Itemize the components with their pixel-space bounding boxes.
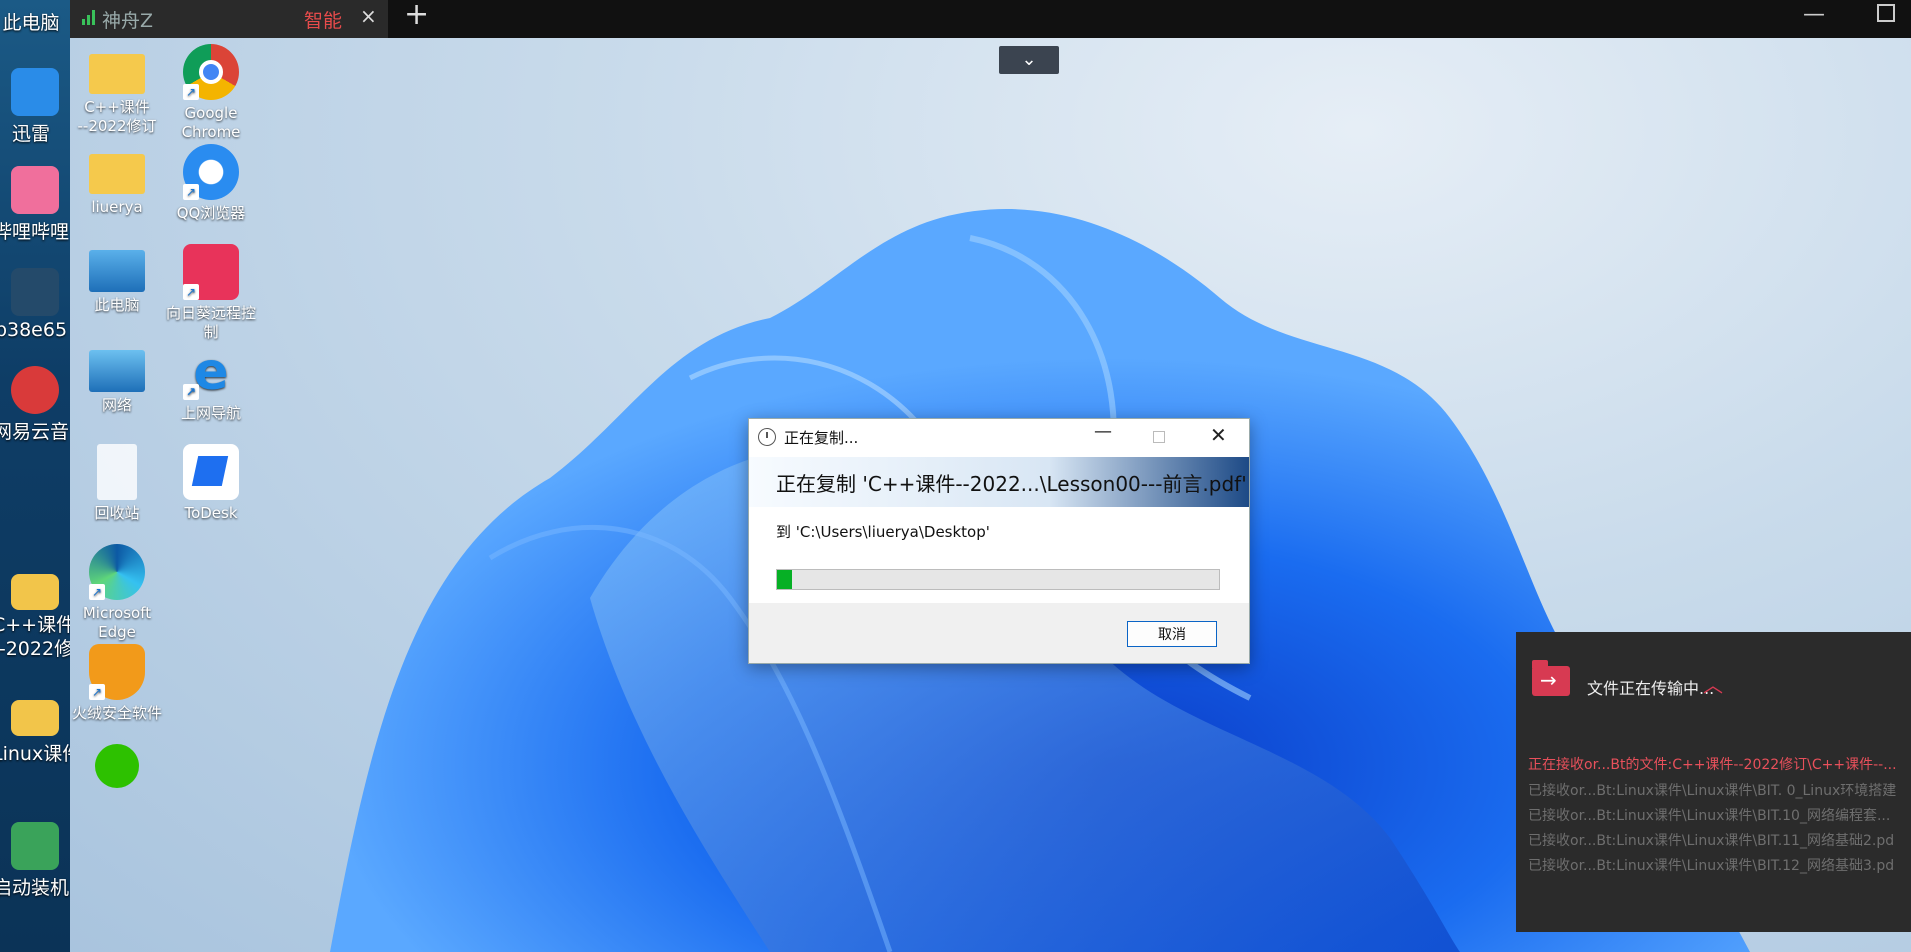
netease-music-icon <box>11 366 59 414</box>
transfer-item: 已接收or...Bt:Linux课件\Linux课件\BIT.12_网络基础3.… <box>1528 858 1895 874</box>
transfer-item: 已接收or...Bt:Linux课件\Linux课件\BIT.10_网络编程套.… <box>1528 808 1891 824</box>
host-icon-label: C++课件 --2022修 <box>0 614 70 660</box>
collapse-toolbar-button[interactable]: ⌄ <box>999 46 1059 74</box>
copy-heading: 正在复制 'C++课件--2022...\Lesson00---前言.pdf' <box>776 472 1247 496</box>
installer-icon <box>11 822 59 870</box>
desktop-icon-recycle-bin[interactable]: 回收站 <box>70 444 164 523</box>
host-icon-label: b38e65 <box>0 319 68 341</box>
host-icon-label: Linux课件 <box>0 743 70 765</box>
chevron-up-icon[interactable]: ︿ <box>1703 669 1723 698</box>
computer-icon <box>89 250 145 292</box>
dialog-maximize-button <box>1153 431 1165 443</box>
host-icon-xunlei[interactable]: 迅雷 <box>0 68 70 146</box>
transfer-folder-icon: → <box>1532 660 1570 696</box>
folder-icon <box>11 700 59 736</box>
ie-icon: e ↗ <box>183 344 239 400</box>
signal-icon <box>82 9 98 25</box>
network-icon <box>89 350 145 392</box>
desktop-icon-ie[interactable]: e ↗ 上网导航 <box>164 344 258 423</box>
dialog-titlebar[interactable]: 正在复制... — ✕ <box>749 419 1249 457</box>
desktop-icon-label: C++课件 --2022修订 <box>77 98 157 135</box>
desktop-icon-label: 回收站 <box>94 504 140 522</box>
dialog-header: 正在复制 'C++课件--2022...\Lesson00---前言.pdf' <box>749 457 1249 507</box>
desktop-icon-label: QQ浏览器 <box>176 204 246 222</box>
tab-bar: 神舟Z 智能 × + — <box>70 0 1911 38</box>
desktop-icon-label: 上网导航 <box>180 404 241 422</box>
desktop-icon-label: 向日葵远程控 制 <box>165 304 256 341</box>
copy-progress-dialog: 正在复制... — ✕ 正在复制 'C++课件--2022...\Lesson0… <box>748 418 1250 664</box>
host-icon-label: 启动装机 <box>0 877 69 899</box>
recycle-bin-icon <box>97 444 137 500</box>
todesk-icon <box>183 444 239 500</box>
xunlei-icon <box>11 68 59 116</box>
host-icon-label: 哔哩哔哩 <box>0 221 69 243</box>
host-icon-label: 迅雷 <box>11 123 50 145</box>
tab-mode-label[interactable]: 智能 <box>304 6 342 33</box>
image-file-icon <box>11 268 59 316</box>
desktop-icon-label: liuerya <box>91 198 143 216</box>
host-icon-label: 此电脑 <box>2 12 60 34</box>
window-maximize-button[interactable] <box>1877 4 1895 22</box>
desktop-icon-label: 此电脑 <box>94 296 140 314</box>
folder-icon <box>11 574 59 610</box>
transfer-item: 已接收or...Bt:Linux课件\Linux课件\BIT.11_网络基础2.… <box>1528 833 1895 849</box>
tab-title: 神舟Z <box>102 10 154 32</box>
host-icon-label: 网易云音 <box>0 421 69 443</box>
host-icon-boot-installer[interactable]: 启动装机 <box>0 822 70 900</box>
cancel-button[interactable]: 取消 <box>1127 621 1217 647</box>
host-icon-cpp-folder[interactable]: C++课件 --2022修 <box>0 574 70 661</box>
wechat-icon <box>95 744 139 788</box>
new-tab-button[interactable]: + <box>404 0 429 30</box>
host-icon-b38e65[interactable]: b38e65 <box>0 268 70 341</box>
copy-progress-bar <box>776 569 1220 590</box>
huorong-icon: ↗ <box>89 644 145 700</box>
desktop-icon-label: 网络 <box>101 396 132 414</box>
host-icon-linux-folder[interactable]: Linux课件 <box>0 700 70 766</box>
desktop-icon-network[interactable]: 网络 <box>70 344 164 415</box>
bilibili-icon <box>11 166 59 214</box>
transfer-item: 正在接收or...Bt的文件:C++课件--2022修订\C++课件--... <box>1528 757 1897 773</box>
host-icon-this-pc[interactable]: 此电脑 <box>0 8 70 35</box>
dialog-body: 到 'C:\Users\liuerya\Desktop' <box>749 507 1249 603</box>
desktop-icon-chrome[interactable]: ↗ Google Chrome <box>164 44 258 142</box>
dialog-title: 正在复制... <box>784 429 859 447</box>
desktop-icon-label: ToDesk <box>184 504 238 522</box>
folder-icon <box>89 54 145 94</box>
clock-icon <box>758 428 776 446</box>
file-transfer-panel: → 文件正在传输中... ︿ 正在接收or...Bt的文件:C++课件--202… <box>1516 632 1911 932</box>
session-tab[interactable]: 神舟Z 智能 × <box>70 0 388 38</box>
desktop-icon-liuerya[interactable]: liuerya <box>70 144 164 217</box>
host-icon-netease-music[interactable]: 网易云音 <box>0 366 70 444</box>
host-desktop-strip: 此电脑 迅雷 哔哩哔哩 b38e65 网易云音 C++课件 --2022修 Li… <box>0 0 70 952</box>
sunlogin-icon: ↗ <box>183 244 239 300</box>
dialog-close-button[interactable]: ✕ <box>1210 423 1227 447</box>
desktop-icon-label: Google Chrome <box>181 104 241 141</box>
copy-progress-fill <box>777 570 793 589</box>
desktop-icon-label: 火绒安全软件 <box>71 704 162 722</box>
transfer-title: 文件正在传输中... <box>1587 679 1715 698</box>
desktop-icon-wechat[interactable] <box>70 744 164 792</box>
transfer-item: 已接收or...Bt:Linux课件\Linux课件\BIT. 0_Linux环… <box>1528 783 1897 799</box>
copy-destination: 到 'C:\Users\liuerya\Desktop' <box>776 523 990 541</box>
desktop-icon-todesk[interactable]: ToDesk <box>164 444 258 523</box>
desktop-icon-this-pc[interactable]: 此电脑 <box>70 244 164 315</box>
window-minimize-button[interactable]: — <box>1803 2 1825 27</box>
qq-browser-icon: ↗ <box>183 144 239 200</box>
user-folder-icon <box>89 154 145 194</box>
desktop-icon-cpp-folder[interactable]: C++课件 --2022修订 <box>70 44 164 136</box>
dialog-footer: 取消 <box>749 603 1249 663</box>
chrome-icon: ↗ <box>183 44 239 100</box>
dialog-minimize-button[interactable]: — <box>1094 421 1112 442</box>
host-icon-bilibili[interactable]: 哔哩哔哩 <box>0 166 70 244</box>
edge-icon: ↗ <box>89 544 145 600</box>
desktop-icon-qq-browser[interactable]: ↗ QQ浏览器 <box>164 144 258 223</box>
desktop-icon-sunlogin[interactable]: ↗ 向日葵远程控 制 <box>164 244 258 342</box>
desktop-icon-edge[interactable]: ↗ Microsoft Edge <box>70 544 164 642</box>
tab-close-button[interactable]: × <box>360 4 377 28</box>
desktop-icon-huorong[interactable]: ↗ 火绒安全软件 <box>70 644 164 723</box>
desktop-icon-label: Microsoft Edge <box>82 604 152 641</box>
